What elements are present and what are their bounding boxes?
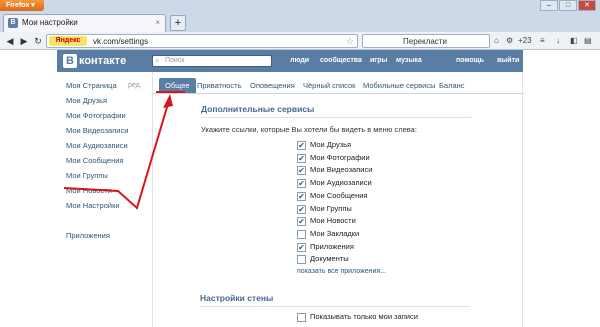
address-bar[interactable]: Яндекс vk.com/settings ☆ (46, 34, 358, 48)
reload-icon[interactable]: ↻ (31, 34, 45, 48)
settings-tabs: Общее Приватность Оповещения Чёрный спис… (153, 78, 524, 94)
new-tab-button[interactable]: + (170, 15, 186, 31)
wall-option-checkbox[interactable] (297, 313, 306, 322)
sidebar-item-audio[interactable]: Мои Аудиозаписи (66, 138, 152, 153)
sidebar-item-videos[interactable]: Мои Видеозаписи (66, 123, 152, 138)
forward-icon[interactable]: ▶ (17, 34, 31, 48)
checkbox-unchecked[interactable] (297, 229, 306, 239)
menu-communities[interactable]: сообщества (320, 56, 362, 66)
wall-option-label: Показывать только мои записи (310, 312, 418, 321)
bookmark-star-icon[interactable]: ☆ (346, 36, 354, 47)
counter-badge[interactable]: +23 (518, 35, 532, 47)
checkbox-checked[interactable]: ✔ (297, 166, 306, 176)
checkbox-checked[interactable]: ✔ (297, 217, 306, 227)
vk-favicon-icon: В (8, 18, 18, 28)
service-label: Мои Группы (310, 203, 352, 213)
menu-games[interactable]: игры (370, 56, 387, 66)
sidebar-item-settings[interactable]: Мои Настройки (66, 198, 152, 213)
vk-header: Вконтакте ⌕ Поиск люди сообщества игры м… (57, 50, 523, 72)
service-label: Мои Аудиозаписи (310, 178, 372, 188)
sidebar-item-messages[interactable]: Мои Сообщения (66, 153, 152, 168)
firefox-menu-label: Firefox (6, 2, 30, 9)
tab-close-icon[interactable]: × (155, 15, 160, 31)
tab-title: Мои настройки (22, 18, 78, 27)
checkbox-checked[interactable]: ✔ (297, 191, 306, 201)
tab-general[interactable]: Общее (159, 78, 196, 93)
close-window-button[interactable]: ✕ (578, 0, 596, 11)
service-label: Мои Закладки (310, 228, 360, 238)
firefox-menu-button[interactable]: Firefox ▾ (0, 0, 44, 11)
checkbox-unchecked[interactable] (297, 255, 306, 265)
vk-logo-text: контакте (78, 55, 127, 67)
checkbox-checked[interactable]: ✔ (297, 242, 306, 252)
tab-settings[interactable]: В Мои настройки × (3, 14, 166, 32)
gear-icon[interactable]: ⚙ (506, 35, 513, 47)
download-icon[interactable]: ↓ (556, 35, 560, 47)
wall-settings-panel: Настройки стены (200, 293, 470, 307)
vk-sidebar: Моя Страница Мои Друзья Мои Фотографии М… (66, 78, 152, 243)
checkbox-checked[interactable]: ✔ (297, 153, 306, 163)
tab-bar: В Мои настройки × + (0, 12, 600, 32)
section-description: Укажите ссылки, которые Вы хотели бы вид… (201, 125, 417, 134)
vk-search-placeholder: Поиск (165, 57, 185, 64)
navigation-bar: ◀ ▶ ↻ Яндекс vk.com/settings ☆ Перекласт… (0, 32, 600, 50)
tab-blacklist[interactable]: Чёрный список (303, 78, 355, 93)
vk-search-input[interactable]: ⌕ Поиск (152, 55, 272, 67)
service-label: Приложения (310, 241, 354, 251)
minimize-button[interactable]: – (540, 0, 558, 11)
additional-services-panel: Дополнительные сервисы Укажите ссылки, к… (201, 104, 471, 135)
menu-help[interactable]: помощь (456, 56, 484, 66)
menu-logout[interactable]: выйти (497, 56, 519, 66)
service-label: Мои Видеозаписи (310, 165, 373, 175)
sidebar-item-apps[interactable]: Приложения (66, 228, 152, 243)
sidebar-item-photos[interactable]: Мои Фотографии (66, 108, 152, 123)
search-label: Перекласти (403, 37, 447, 46)
tab-notifications[interactable]: Оповещения (250, 78, 295, 93)
extension-icon[interactable]: ▤ (584, 35, 592, 47)
sidebar-item-news[interactable]: Мои Новости (66, 183, 152, 198)
tab-mobile[interactable]: Мобильные сервисы (363, 78, 435, 93)
menu-music[interactable]: музыка (396, 56, 422, 66)
checkbox-checked[interactable]: ✔ (297, 141, 306, 150)
section-title: Дополнительные сервисы (201, 104, 471, 118)
back-icon[interactable]: ◀ (3, 34, 17, 48)
tab-privacy[interactable]: Приватность (197, 78, 242, 93)
tab-balance[interactable]: Баланс (439, 78, 465, 93)
sidebar-item-groups[interactable]: Мои Группы (66, 168, 152, 183)
wall-section-title: Настройки стены (200, 293, 470, 307)
service-label: Мои Новости (310, 216, 356, 226)
checkbox-checked[interactable]: ✔ (297, 179, 306, 189)
addon-icon[interactable]: ◧ (570, 35, 578, 47)
menu-icon[interactable]: ≡ (540, 35, 545, 47)
checkbox-checked[interactable]: ✔ (297, 204, 306, 214)
search-icon: ⌕ (155, 56, 160, 65)
window-titlebar: Firefox ▾ – □ ✕ (0, 0, 600, 12)
service-label: Документы (310, 254, 349, 264)
sidebar-item-friends[interactable]: Мои Друзья (66, 93, 152, 108)
vk-logo-box: В (63, 54, 77, 68)
show-all-apps-link[interactable]: показать все приложения... (297, 268, 386, 275)
home-icon[interactable]: ⌂ (494, 35, 499, 47)
menu-people[interactable]: люди (290, 56, 309, 66)
sidebar-edit-link[interactable]: ред. (128, 78, 142, 93)
service-label: Мои Фотографии (310, 152, 370, 162)
maximize-button[interactable]: □ (559, 0, 577, 11)
service-label: Мои Друзья (310, 140, 352, 149)
url-text: vk.com/settings (93, 37, 149, 46)
search-input[interactable]: Перекласти (362, 34, 490, 48)
vk-logo[interactable]: Вконтакте (63, 54, 126, 68)
yandex-badge: Яндекс (49, 36, 87, 46)
service-label: Мои Сообщения (310, 190, 368, 200)
